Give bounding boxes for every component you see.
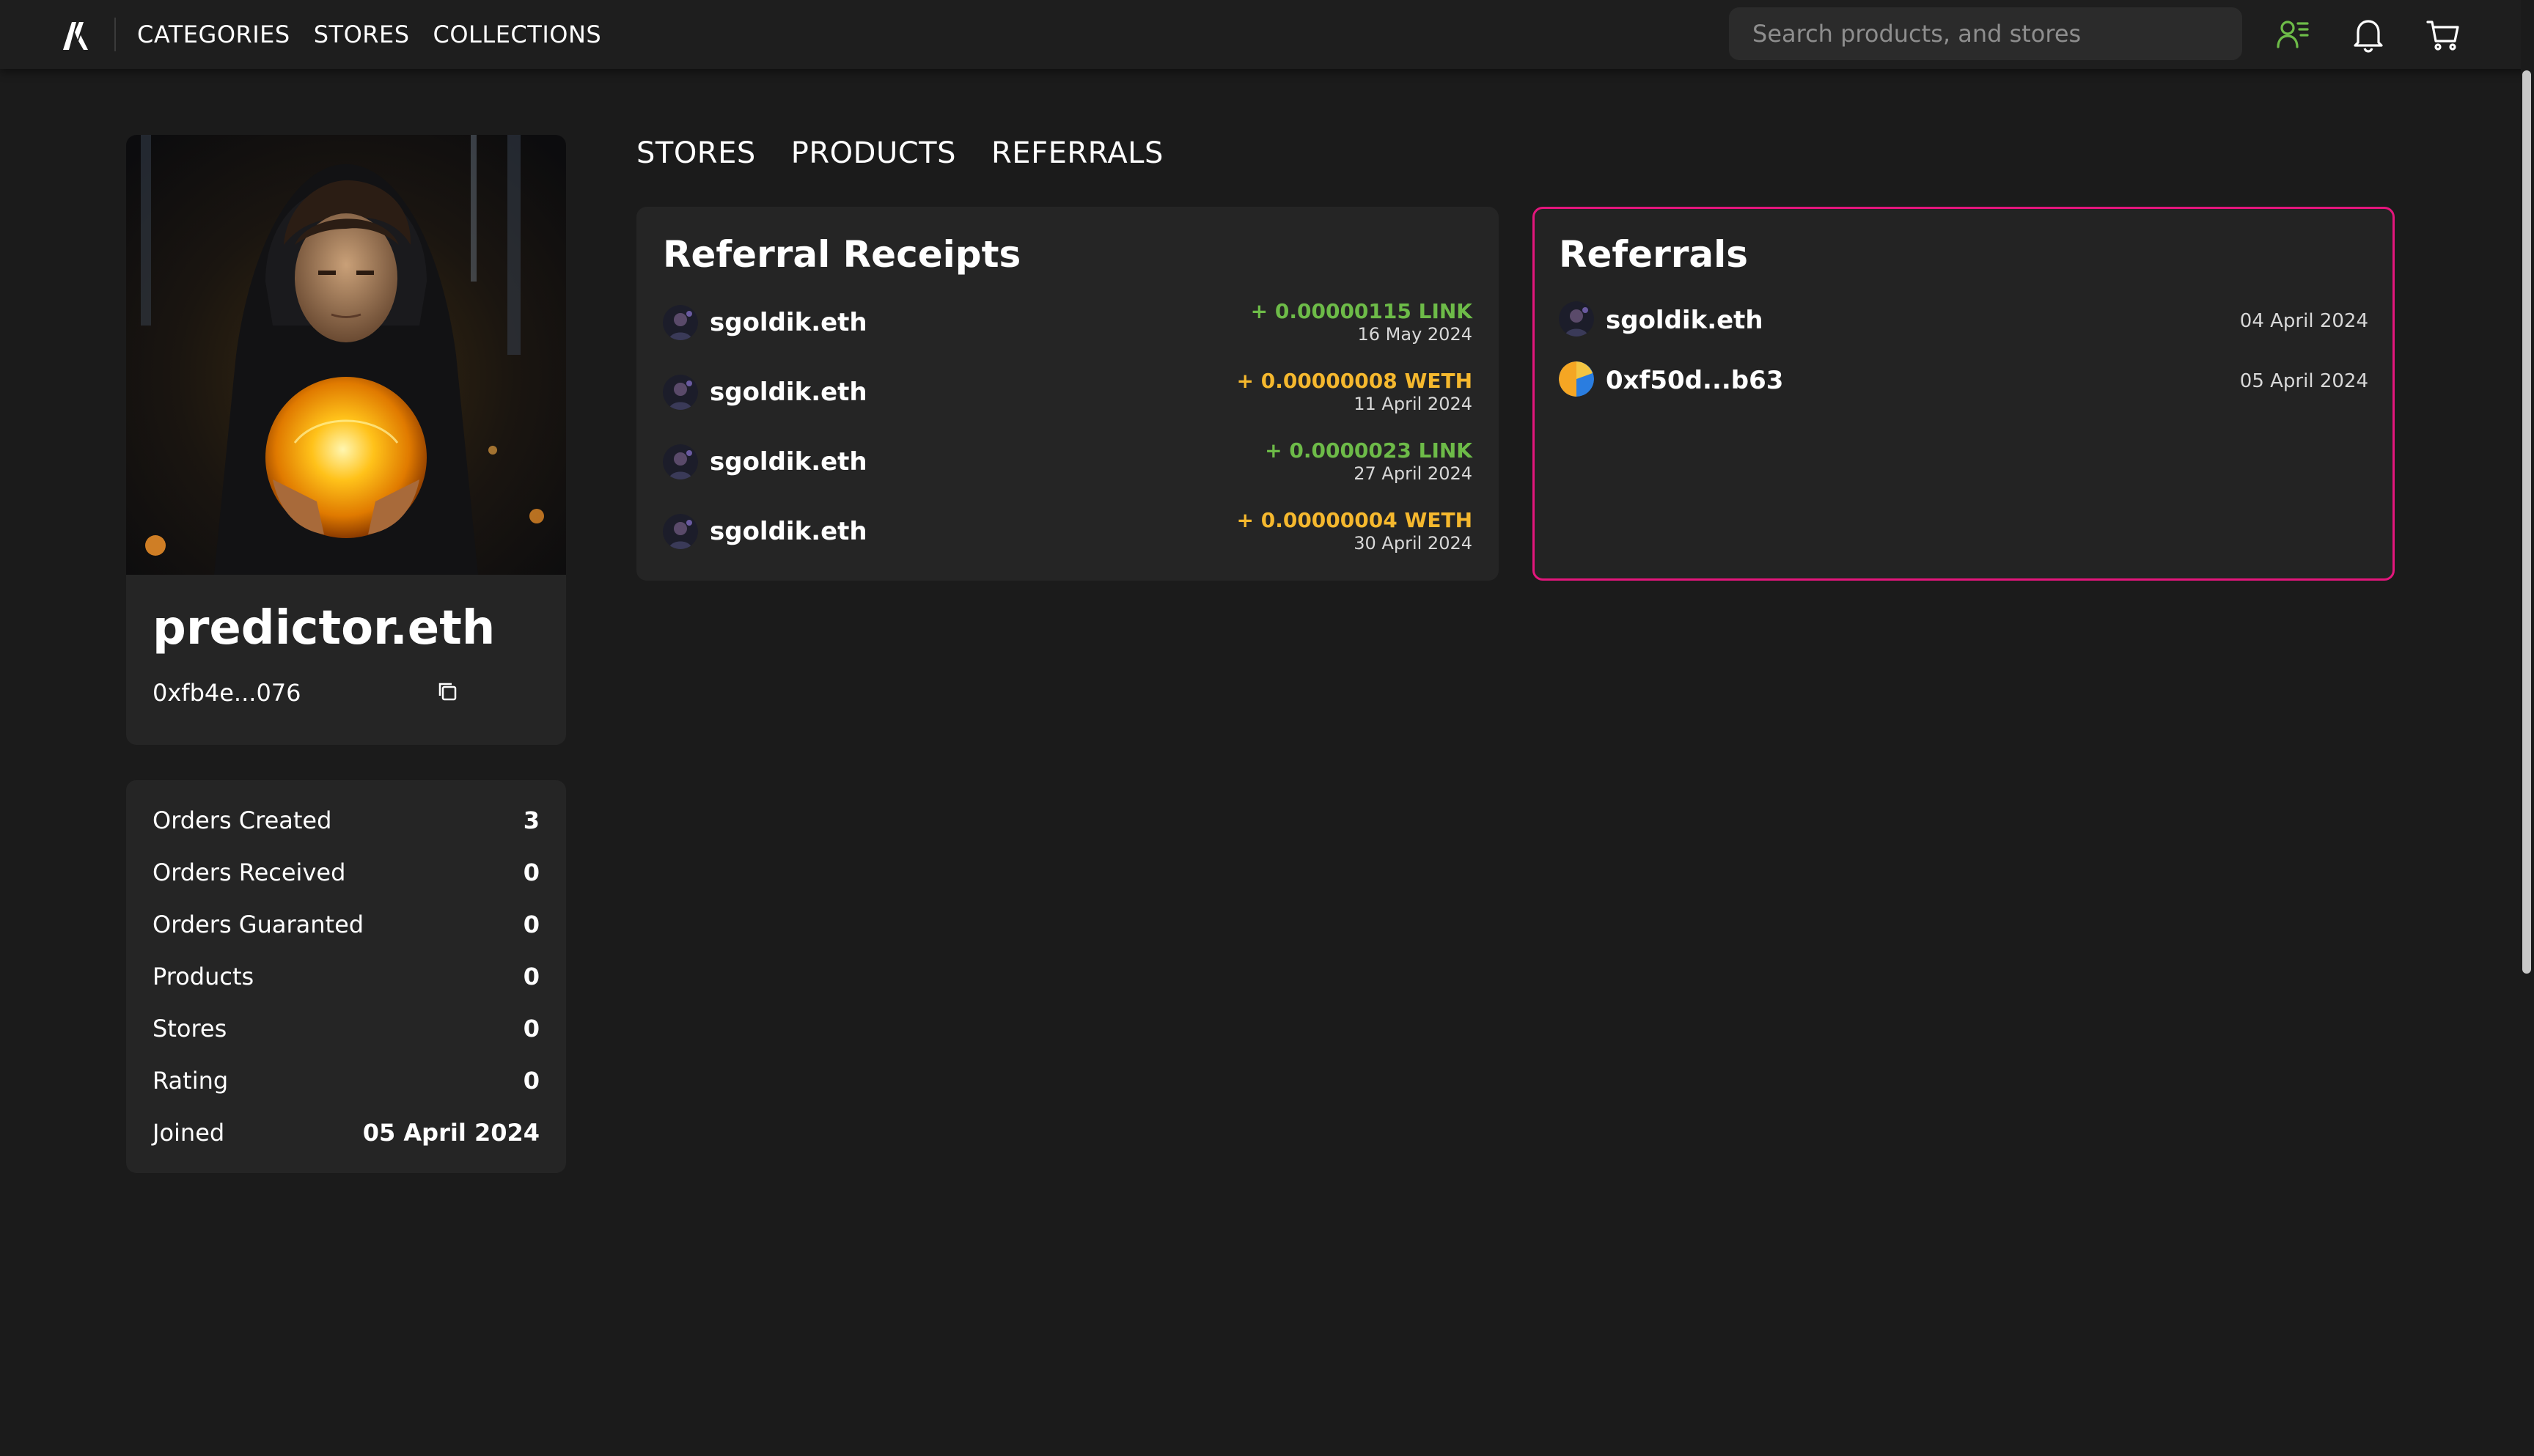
main-nav: CATEGORIES STORES COLLECTIONS [137, 21, 601, 48]
search-input[interactable] [1729, 7, 2242, 60]
receipt-date: 27 April 2024 [1354, 463, 1472, 484]
stat-value: 0 [523, 963, 540, 990]
receipt-date: 30 April 2024 [1354, 533, 1472, 554]
receipt-user-name: sgoldik.eth [710, 308, 867, 337]
bell-icon[interactable] [2348, 15, 2388, 54]
referral-row[interactable]: sgoldik.eth 04 April 2024 [1559, 298, 2368, 339]
receipt-date: 16 May 2024 [1357, 324, 1473, 345]
user-avatar [663, 514, 698, 549]
stat-label: Stores [153, 1015, 227, 1043]
user-avatar [663, 444, 698, 479]
stat-orders-received: Orders Received 0 [153, 854, 540, 891]
receipt-user-name: sgoldik.eth [710, 378, 867, 407]
receipt-row[interactable]: sgoldik.eth + 0.0000023 LINK 27 April 20… [663, 438, 1472, 484]
wallet-address: 0xfb4e...076 [153, 679, 301, 707]
referral-date: 04 April 2024 [2239, 310, 2368, 332]
referral-user-name: sgoldik.eth [1606, 306, 1763, 335]
panel-title: Referrals [1559, 233, 1749, 276]
stat-value: 0 [523, 1067, 540, 1095]
tab-referrals[interactable]: REFERRALS [991, 136, 1164, 170]
receipt-row[interactable]: sgoldik.eth + 0.00000008 WETH 11 April 2… [663, 369, 1472, 414]
copy-icon[interactable] [436, 680, 459, 703]
stat-label: Orders Guaranted [153, 911, 364, 938]
app-logo-icon[interactable] [59, 18, 95, 54]
stat-products: Products 0 [153, 958, 540, 995]
tab-products[interactable]: PRODUCTS [791, 136, 956, 170]
nav-stores[interactable]: STORES [314, 21, 410, 48]
user-avatar [1559, 301, 1594, 337]
search-box [1729, 7, 2242, 60]
stat-joined: Joined 05 April 2024 [153, 1114, 540, 1151]
receipt-amount: + 0.00000008 WETH [1236, 369, 1472, 393]
profile-menu-icon[interactable] [2273, 15, 2313, 54]
user-avatar [663, 375, 698, 410]
receipt-date: 11 April 2024 [1354, 394, 1472, 414]
receipt-row[interactable]: sgoldik.eth + 0.00000004 WETH 30 April 2… [663, 508, 1472, 554]
cart-icon[interactable] [2423, 15, 2463, 54]
stat-orders-guaranted: Orders Guaranted 0 [153, 906, 540, 943]
receipt-row[interactable]: sgoldik.eth + 0.00000115 LINK 16 May 202… [663, 299, 1473, 345]
referral-row[interactable]: 0xf50d...b63 05 April 2024 [1559, 359, 2368, 400]
top-navigation-bar: CATEGORIES STORES COLLECTIONS [0, 0, 2534, 69]
stat-orders-created: Orders Created 3 [153, 802, 540, 839]
receipt-amount: + 0.00000115 LINK [1250, 299, 1472, 323]
receipt-amount: + 0.0000023 LINK [1265, 438, 1472, 463]
profile-tabs: STORES PRODUCTS REFERRALS [636, 136, 1164, 170]
wallet-avatar [1559, 361, 1594, 397]
stat-value: 0 [523, 1015, 540, 1043]
profile-avatar-image [126, 135, 566, 575]
stat-label: Joined [153, 1119, 225, 1147]
stat-value: 0 [523, 911, 540, 938]
profile-name: predictor.eth [153, 601, 496, 655]
stat-value: 0 [523, 858, 540, 886]
nav-collections[interactable]: COLLECTIONS [433, 21, 602, 48]
profile-card: predictor.eth 0xfb4e...076 [126, 135, 566, 745]
stat-value: 05 April 2024 [362, 1119, 540, 1147]
stats-card: Orders Created 3 Orders Received 0 Order… [126, 780, 566, 1173]
stat-label: Orders Created [153, 806, 332, 834]
stat-rating: Rating 0 [153, 1062, 540, 1099]
user-avatar [663, 305, 698, 340]
scrollbar-thumb[interactable] [2522, 70, 2531, 974]
referral-date: 05 April 2024 [2239, 370, 2368, 392]
stat-label: Products [153, 963, 254, 990]
stat-label: Orders Received [153, 858, 346, 886]
receipt-user-name: sgoldik.eth [710, 517, 867, 546]
receipt-user-name: sgoldik.eth [710, 447, 867, 477]
tab-stores[interactable]: STORES [636, 136, 756, 170]
stat-value: 3 [523, 806, 540, 834]
stat-label: Rating [153, 1067, 229, 1095]
panel-title: Referral Receipts [663, 233, 1021, 276]
nav-categories[interactable]: CATEGORIES [137, 21, 290, 48]
referrals-panel: Referrals sgoldik.eth 04 April 2024 0xf5… [1532, 207, 2395, 581]
referral-receipts-panel: Referral Receipts sgoldik.eth + 0.000001… [636, 207, 1499, 581]
receipt-amount: + 0.00000004 WETH [1236, 508, 1472, 532]
referral-user-name: 0xf50d...b63 [1606, 366, 1784, 395]
logo-divider [114, 18, 116, 51]
stat-stores: Stores 0 [153, 1010, 540, 1047]
